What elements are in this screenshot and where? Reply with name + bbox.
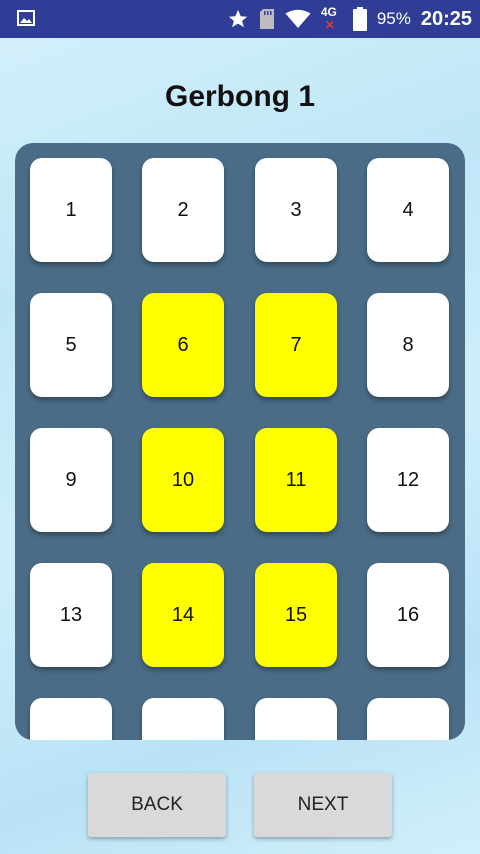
seat-button[interactable]: 14 — [142, 563, 224, 667]
clock: 20:25 — [420, 7, 472, 30]
seat-button[interactable]: 9 — [30, 428, 112, 532]
status-icons: 4G ✕ 95% 20:25 — [227, 0, 472, 38]
network-type-label: 4G — [320, 5, 337, 19]
next-button[interactable]: NEXT — [254, 773, 392, 837]
seat-button[interactable]: 6 — [142, 293, 224, 397]
seat-button[interactable]: 5 — [30, 293, 112, 397]
seat-button[interactable]: 3 — [255, 158, 337, 262]
seat-button[interactable]: 8 — [367, 293, 449, 397]
seat-button[interactable]: 13 — [30, 563, 112, 667]
seat-button[interactable]: 15 — [255, 563, 337, 667]
wifi-icon — [285, 9, 311, 28]
seat-button[interactable]: 2 — [142, 158, 224, 262]
battery-percent: 95% — [376, 9, 411, 28]
seat-button[interactable] — [30, 698, 112, 740]
seat-button[interactable]: 4 — [367, 158, 449, 262]
gallery-icon — [17, 10, 35, 26]
seat-button[interactable]: 1 — [30, 158, 112, 262]
star-icon — [228, 9, 247, 28]
back-button[interactable]: BACK — [88, 773, 226, 837]
seat-button[interactable]: 16 — [367, 563, 449, 667]
battery-icon — [352, 7, 367, 31]
seat-button[interactable] — [255, 698, 337, 740]
seat-button[interactable] — [367, 698, 449, 740]
seat-button[interactable]: 10 — [142, 428, 224, 532]
mobile-data-off-icon: 4G ✕ — [320, 5, 337, 32]
seat-button[interactable]: 7 — [255, 293, 337, 397]
seat-button[interactable]: 12 — [367, 428, 449, 532]
sd-card-icon — [259, 9, 274, 29]
seat-grid[interactable]: 1 2 3 4 5 6 7 8 9 10 11 12 13 14 15 16 — [15, 143, 465, 740]
seat-button[interactable] — [142, 698, 224, 740]
status-bar: 4G ✕ 95% 20:25 — [0, 0, 480, 38]
seat-button[interactable]: 11 — [255, 428, 337, 532]
page-title: Gerbong 1 — [164, 80, 315, 113]
